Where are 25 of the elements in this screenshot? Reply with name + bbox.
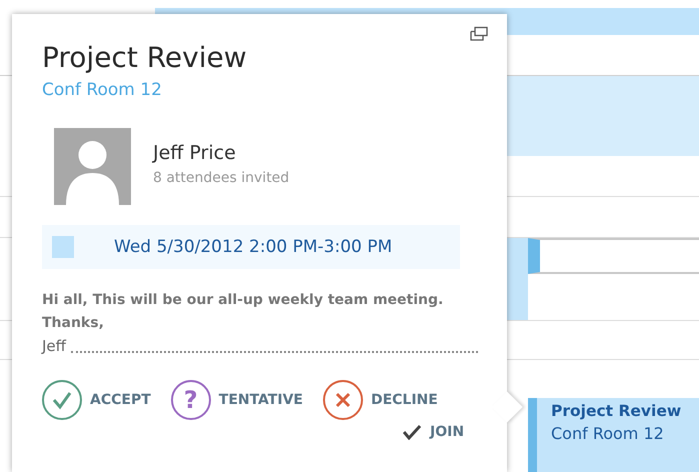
event-location[interactable]: Conf Room 12 (42, 80, 507, 100)
pop-out-icon[interactable] (469, 26, 489, 42)
event-location: Conf Room 12 (551, 424, 665, 443)
event-block[interactable] (507, 274, 528, 320)
check-icon (42, 380, 82, 420)
event-block[interactable] (507, 238, 528, 274)
event-title: Project Review (551, 402, 682, 420)
signature: Jeff (42, 336, 66, 357)
check-icon (402, 424, 422, 440)
event-time: Wed 5/30/2012 2:00 PM-3:00 PM (114, 237, 392, 257)
calendar-color-icon (52, 236, 74, 258)
attendee-count: 8 attendees invited (153, 170, 290, 186)
accept-button[interactable]: ACCEPT (42, 380, 151, 420)
tentative-button[interactable]: ? TENTATIVE (170, 380, 303, 420)
organizer-name: Jeff Price (153, 142, 237, 164)
join-button[interactable]: JOIN (402, 424, 507, 440)
decline-button[interactable]: DECLINE (322, 380, 438, 420)
event-title: Project Review (42, 40, 248, 76)
cross-icon (322, 380, 363, 420)
avatar-icon (54, 128, 131, 205)
message-text: Hi all, This will be our all-up weekly team meeting. (42, 291, 444, 310)
calendar-event[interactable]: Project Review Conf Room 12 (528, 398, 699, 472)
message-text: Thanks, (42, 314, 105, 333)
question-icon: ? (170, 380, 211, 420)
event-slot[interactable] (528, 238, 699, 274)
